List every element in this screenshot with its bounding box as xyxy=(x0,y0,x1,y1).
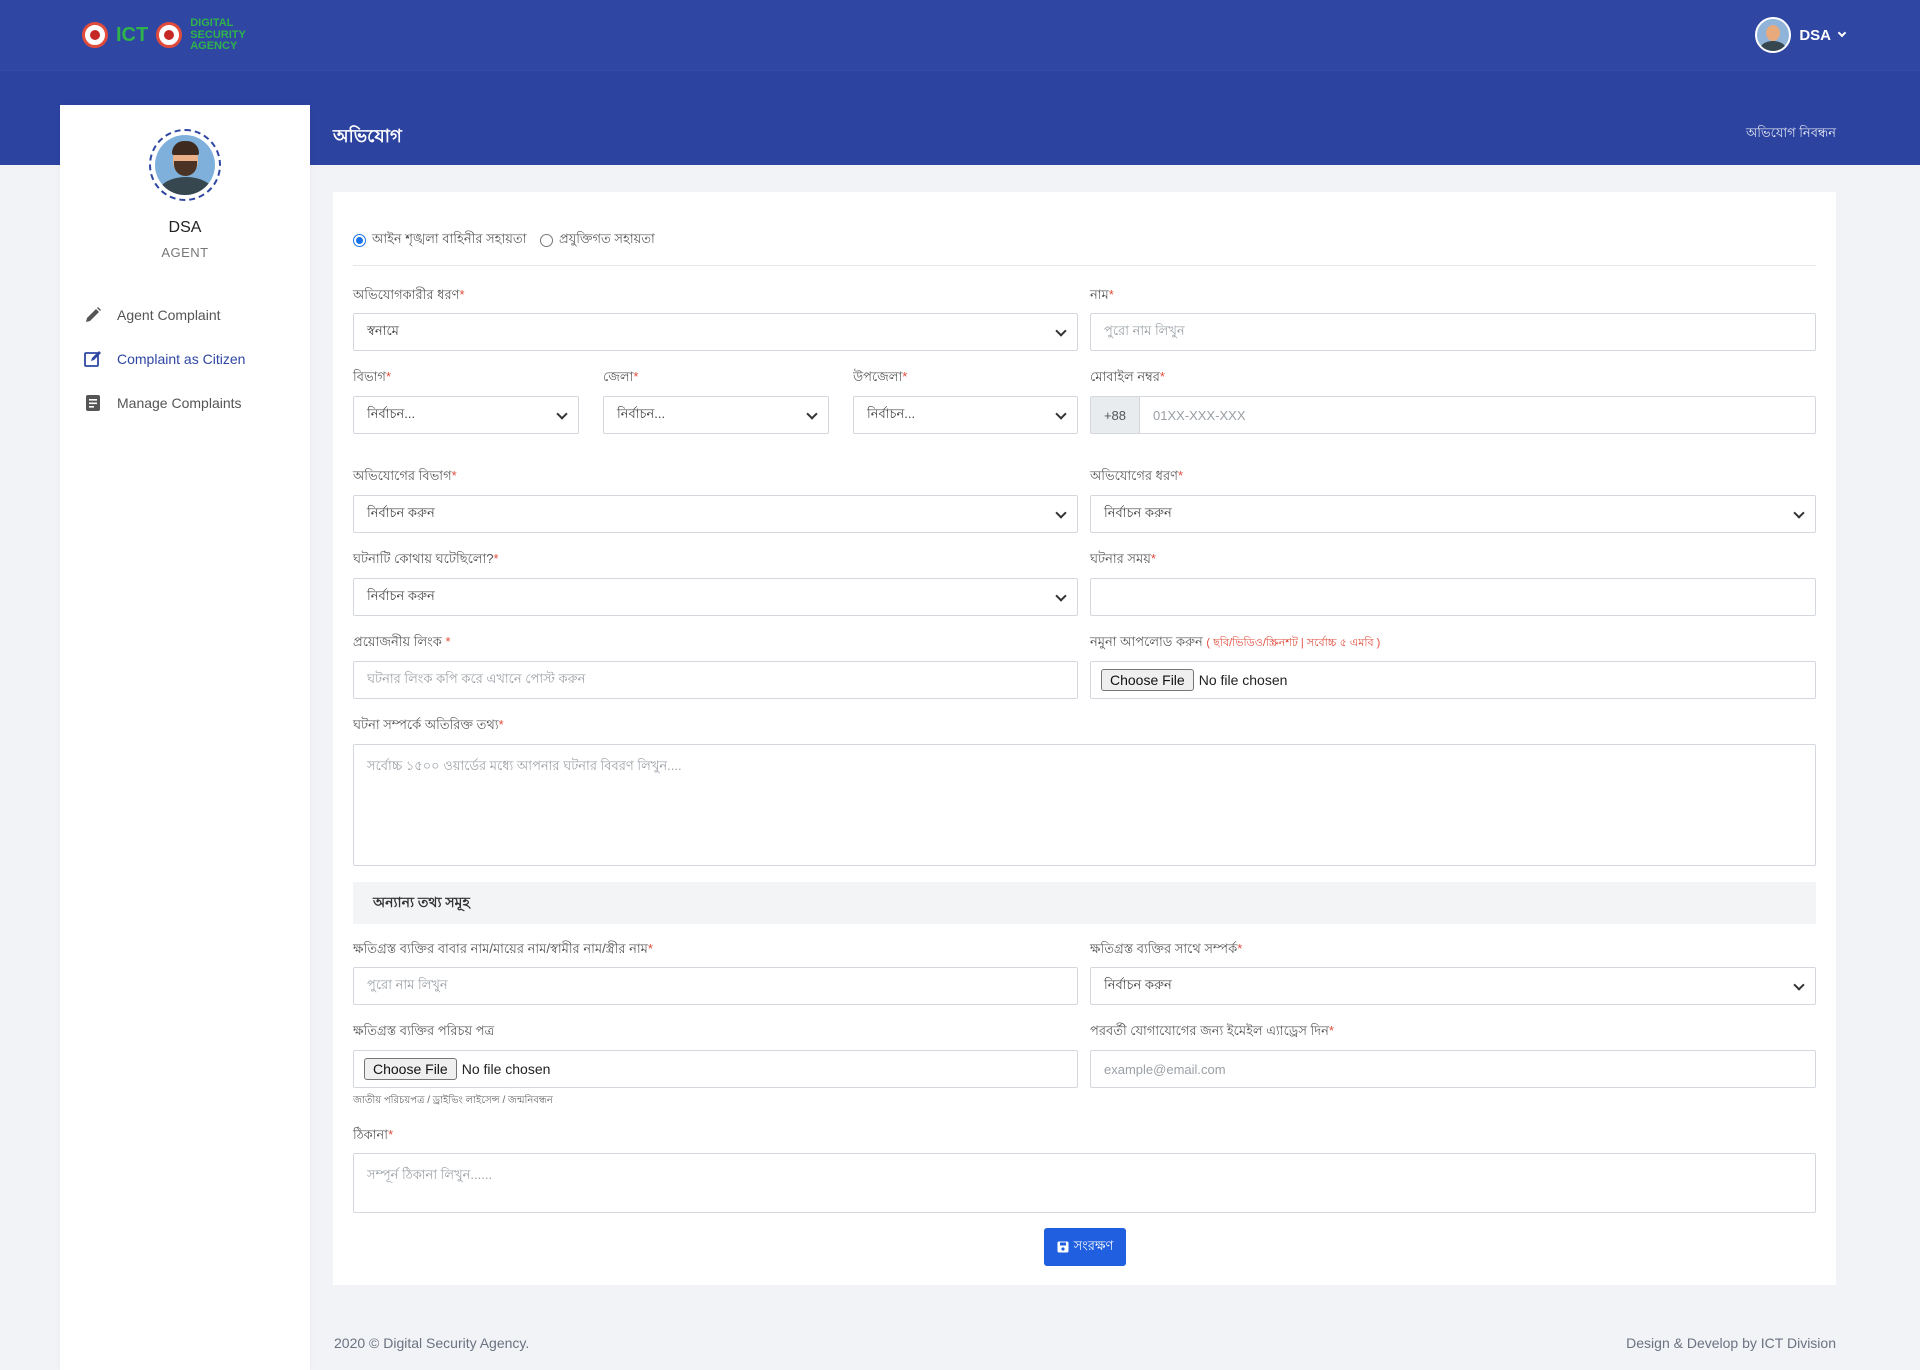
sidebar-item-agent-complaint[interactable]: Agent Complaint xyxy=(83,293,303,337)
save-button[interactable]: সংরক্ষণ xyxy=(1044,1228,1126,1266)
logo[interactable]: ICT DIGITAL SECURITY AGENCY xyxy=(82,17,246,53)
division-select[interactable]: নির্বাচন... xyxy=(353,396,579,434)
choose-file-button[interactable]: Choose File xyxy=(1101,669,1194,691)
profile-avatar xyxy=(149,129,221,201)
radio-law-enforcement[interactable]: আইন শৃঙ্খলা বাহিনীর সহায়তা xyxy=(353,230,526,251)
id-document-label: ক্ষতিগ্রস্ত ব্যক্তির পরিচয় পত্র xyxy=(353,1023,495,1038)
credits: Design & Develop by ICT Division xyxy=(1626,1335,1836,1351)
parent-name-label: ক্ষতিগ্রস্ত ব্যক্তির বাবার নাম/মায়ের না… xyxy=(353,941,653,956)
sidebar-item-label: Manage Complaints xyxy=(117,395,242,411)
file-status: No file chosen xyxy=(461,1061,551,1077)
profile-role: AGENT xyxy=(161,245,209,260)
chevron-down-icon xyxy=(1837,28,1847,38)
copyright: 2020 © Digital Security Agency. xyxy=(334,1335,530,1351)
user-name: DSA xyxy=(1799,26,1831,44)
sidebar-item-label: Agent Complaint xyxy=(117,307,221,323)
district-select[interactable]: নির্বাচন... xyxy=(603,396,829,434)
mobile-input[interactable]: 01XX-XXX-XXX xyxy=(1139,396,1816,434)
address-label: ঠিকানা* xyxy=(353,1127,394,1142)
complaint-form: আইন শৃঙ্খলা বাহিনীর সহায়তা প্রযুক্তিগত … xyxy=(333,192,1836,1285)
radio-technical[interactable]: প্রযুক্তিগত সহায়তা xyxy=(540,230,655,251)
where-select[interactable]: নির্বাচন করুন xyxy=(353,578,1078,616)
edit-square-icon xyxy=(84,351,101,367)
parent-name-input[interactable]: পুরো নাম লিখুন xyxy=(353,967,1078,1005)
section-other-info: অন্যান্য তথ্য সমূহ xyxy=(353,882,1816,924)
link-label: প্রয়োজনীয় লিংক * xyxy=(353,634,451,649)
logo-text-dsa: DIGITAL SECURITY AGENCY xyxy=(190,17,246,53)
list-doc-icon xyxy=(86,395,100,411)
email-label: পরবর্তী যোগাযোগের জন্য ইমেইল এ্যাড্রেস দ… xyxy=(1090,1023,1334,1038)
radio-checked-icon xyxy=(353,234,366,247)
complaint-type-label: অভিযোগের ধরণ* xyxy=(1090,468,1184,483)
sidebar-nav: Agent Complaint Complaint as Citizen Man… xyxy=(83,293,303,425)
id-document-hint: জাতীয় পরিচয়পত্র / ড্রাইভিং লাইসেন্স / … xyxy=(353,1095,553,1106)
user-menu[interactable]: DSA xyxy=(1755,17,1847,53)
page-title: অভিযোগ xyxy=(333,126,402,146)
avatar xyxy=(1755,17,1792,53)
save-button-label: সংরক্ষণ xyxy=(1073,1237,1114,1253)
id-document-file-input[interactable]: Choose File No file chosen xyxy=(353,1050,1078,1088)
where-label: ঘটনাটি কোথায় ঘটেছিলো?* xyxy=(353,551,499,566)
time-input[interactable] xyxy=(1090,578,1816,616)
upload-file-input[interactable]: Choose File No file chosen xyxy=(1090,661,1816,699)
choose-file-button[interactable]: Choose File xyxy=(364,1058,457,1080)
logo-text-ict: ICT xyxy=(116,24,149,47)
complaint-division-select[interactable]: নির্বাচন করুন xyxy=(353,495,1078,533)
details-textarea[interactable]: সর্বোচ্চ ১৫০০ ওয়ার্ডের মধ্যে আপনার ঘটনা… xyxy=(353,744,1816,866)
profile-name: DSA xyxy=(168,219,202,236)
relation-label: ক্ষতিগ্রস্ত ব্যক্তির সাথে সম্পর্ক* xyxy=(1090,941,1243,956)
district-label: জেলা* xyxy=(603,369,639,384)
radio-label: আইন শৃঙ্খলা বাহিনীর সহায়তা xyxy=(372,231,527,246)
complaint-division-label: অভিযোগের বিভাগ* xyxy=(353,468,457,483)
government-seal-icon xyxy=(156,22,183,49)
top-navbar: ICT DIGITAL SECURITY AGENCY DSA xyxy=(0,0,1920,70)
sidebar: DSA AGENT Agent Complaint Complaint as C… xyxy=(60,105,310,1370)
name-input[interactable]: পুরো নাম লিখুন xyxy=(1090,313,1816,351)
sidebar-item-manage-complaints[interactable]: Manage Complaints xyxy=(83,381,303,425)
upload-label: নমুনা আপলোড করুন ( ছবি/ভিডিও/স্ক্রিনশট |… xyxy=(1090,634,1381,649)
complaint-type-select[interactable]: নির্বাচন করুন xyxy=(1090,495,1816,533)
footer: 2020 © Digital Security Agency. Design &… xyxy=(310,1310,1860,1370)
name-label: নাম* xyxy=(1090,287,1114,302)
sidebar-item-label: Complaint as Citizen xyxy=(117,351,246,367)
link-input[interactable]: ঘটনার লিংক কপি করে এখানে পোস্ট করুন xyxy=(353,661,1078,699)
email-input[interactable]: example@email.com xyxy=(1090,1050,1816,1088)
radio-unchecked-icon xyxy=(540,234,553,247)
breadcrumb[interactable]: অভিযোগ নিবন্ধন xyxy=(1746,124,1836,145)
upazila-select[interactable]: নির্বাচন... xyxy=(853,396,1078,434)
time-label: ঘটনার সময়* xyxy=(1090,551,1156,566)
radio-label: প্রযুক্তিগত সহায়তা xyxy=(559,231,655,246)
ict-division-logo xyxy=(82,22,108,49)
relation-select[interactable]: নির্বাচন করুন xyxy=(1090,967,1816,1005)
division-label: বিভাগ* xyxy=(353,369,391,384)
sidebar-item-complaint-as-citizen[interactable]: Complaint as Citizen xyxy=(83,337,303,381)
divider xyxy=(353,265,1816,266)
mobile-label: মোবাইল নম্বর* xyxy=(1090,369,1165,384)
floppy-disk-icon xyxy=(1057,1241,1069,1253)
details-label: ঘটনা সম্পর্কে অতিরিক্ত তথ্য* xyxy=(353,717,504,732)
complainant-type-label: অভিযোগকারীর ধরণ* xyxy=(353,287,465,302)
complainant-type-select[interactable]: স্বনামে xyxy=(353,313,1078,351)
file-status: No file chosen xyxy=(1198,672,1288,688)
address-textarea[interactable]: সম্পূর্ন ঠিকানা লিখুন...... xyxy=(353,1153,1816,1213)
upazila-label: উপজেলা* xyxy=(853,369,908,384)
mobile-prefix: +88 xyxy=(1090,396,1140,434)
pencil-icon xyxy=(86,307,101,322)
